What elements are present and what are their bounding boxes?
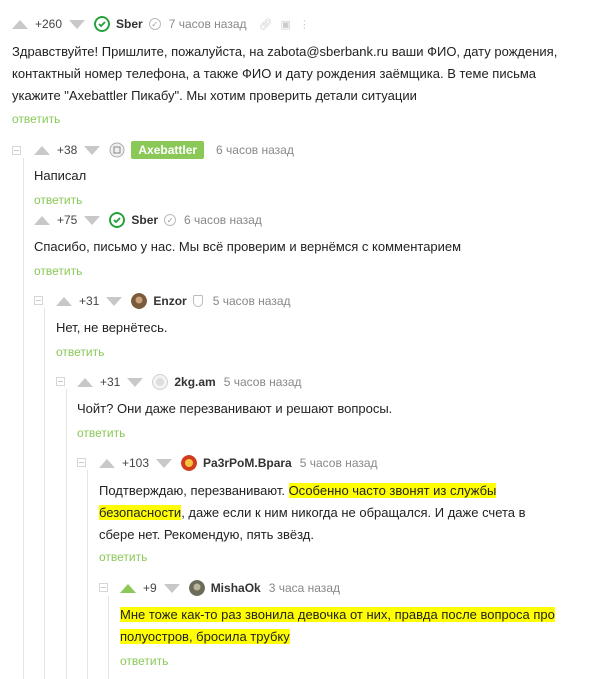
collapse-toggle[interactable] (34, 296, 43, 305)
comment-text: Спасибо, письмо у нас. Мы всё проверим и… (34, 239, 462, 254)
comment-time[interactable]: 5 часов назад (300, 456, 378, 470)
comment-text: Здравствуйте! Пришлите, пожалуйста, на z… (12, 44, 558, 103)
shield-icon (192, 295, 203, 307)
vote-count: +103 (122, 456, 150, 470)
comment-text-part: Подтверждаю, перезванивают. (99, 483, 289, 498)
reply-link[interactable]: ответить (56, 345, 104, 359)
avatar-icon[interactable] (109, 142, 125, 158)
comment-time[interactable]: 7 часов назад (169, 17, 247, 31)
avatar-icon[interactable] (131, 293, 148, 309)
author-name[interactable]: Sber (131, 213, 158, 227)
comment-time[interactable]: 6 часов назад (184, 213, 262, 227)
upvote-button[interactable] (56, 296, 72, 306)
avatar-icon[interactable] (188, 580, 205, 596)
avatar-icon[interactable] (181, 455, 198, 471)
reply-link[interactable]: ответить (120, 654, 168, 668)
thread-line (87, 470, 88, 679)
downvote-button[interactable] (84, 145, 101, 155)
link-icon[interactable]: 🔗︎ (259, 18, 273, 31)
comment-header: +31 Enzor 5 часов назад (56, 290, 291, 312)
author-name[interactable]: Pa3rPoM.Bpara (203, 456, 292, 470)
downvote-button[interactable] (69, 19, 86, 29)
comment-text: Нет, не вернётесь. (56, 320, 168, 335)
comment-text: Мне тоже как-то раз звонила девочка от н… (120, 604, 560, 648)
save-icon[interactable]: ▣ (280, 18, 290, 31)
comment-time[interactable]: 3 часа назад (269, 581, 340, 595)
thread-line (44, 308, 45, 679)
author-name[interactable]: MishaOk (211, 581, 261, 595)
thread-line (108, 596, 109, 679)
upvote-button[interactable] (120, 583, 136, 593)
upvote-button[interactable] (34, 215, 50, 225)
comment-header: +38 Axebattler 6 часов назад (34, 139, 294, 161)
vote-count: +9 (143, 581, 157, 595)
reply-link[interactable]: ответить (99, 550, 147, 564)
comment-header: +260 Sber ✓ 7 часов назад 🔗︎ ▣ ⋮ (12, 13, 310, 35)
comment-text: Подтверждаю, перезванивают. Особенно час… (99, 480, 539, 546)
collapse-toggle[interactable] (56, 377, 65, 386)
upvote-button[interactable] (77, 377, 93, 387)
vote-count: +31 (100, 375, 121, 389)
thread-line (66, 389, 67, 679)
upvote-button[interactable] (99, 458, 115, 468)
vote-count: +38 (57, 143, 78, 157)
collapse-toggle[interactable] (12, 146, 21, 155)
downvote-button[interactable] (106, 296, 123, 306)
vote-count: +31 (79, 294, 100, 308)
thread-line (23, 158, 24, 679)
comment-text: Чойт? Они даже перезванивают и решают во… (77, 401, 393, 416)
more-icon[interactable]: ⋮ (299, 18, 310, 31)
comment-time[interactable]: 5 часов назад (224, 375, 302, 389)
comment-header: +103 Pa3rPoM.Bpara 5 часов назад (99, 452, 378, 474)
downvote-button[interactable] (163, 583, 180, 593)
author-name[interactable]: 2kg.am (174, 375, 215, 389)
reply-link[interactable]: ответить (34, 193, 82, 207)
avatar-icon[interactable] (152, 374, 169, 390)
verified-icon: ✓ (164, 214, 177, 226)
vote-count: +260 (35, 17, 63, 31)
sber-logo-icon[interactable] (109, 212, 126, 228)
reply-link[interactable]: ответить (12, 112, 60, 126)
reply-link[interactable]: ответить (77, 426, 125, 440)
comment-time[interactable]: 5 часов назад (213, 294, 291, 308)
downvote-button[interactable] (84, 215, 101, 225)
collapse-toggle[interactable] (99, 583, 108, 592)
author-name[interactable]: Axebattler (131, 141, 205, 159)
comment-header: +75 Sber ✓ 6 часов назад (34, 209, 262, 231)
author-name[interactable]: Enzor (153, 294, 186, 308)
verified-icon: ✓ (148, 18, 161, 30)
comment-header: +9 MishaOk 3 часа назад (120, 577, 340, 599)
downvote-button[interactable] (156, 458, 173, 468)
comment-time[interactable]: 6 часов назад (216, 143, 294, 157)
comment-text: Написал (34, 168, 87, 183)
comment-header: +31 2kg.am 5 часов назад (77, 371, 302, 393)
upvote-button[interactable] (12, 19, 28, 29)
downvote-button[interactable] (127, 377, 144, 387)
author-name[interactable]: Sber (116, 17, 143, 31)
upvote-button[interactable] (34, 145, 50, 155)
sber-logo-icon[interactable] (94, 16, 111, 32)
collapse-toggle[interactable] (77, 458, 86, 467)
highlighted-text: Мне тоже как-то раз звонила девочка от н… (120, 607, 555, 644)
vote-count: +75 (57, 213, 78, 227)
reply-link[interactable]: ответить (34, 264, 82, 278)
